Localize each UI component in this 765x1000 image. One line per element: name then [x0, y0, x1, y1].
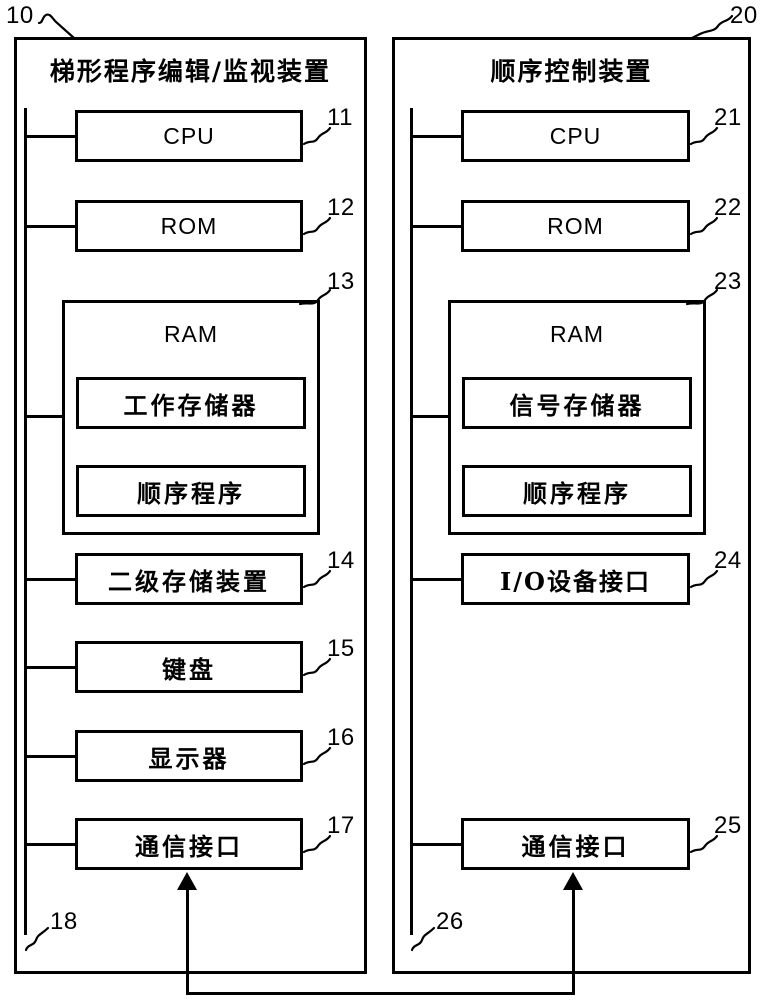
component-label-ram-right: RAM [549, 321, 605, 347]
leader-line-18 [24, 926, 50, 952]
component-label-rom-right: ROM [547, 212, 604, 239]
component-label-io-device-interface: I/O设备接口 [500, 566, 651, 596]
leader-line-25 [689, 834, 719, 854]
subcomponent-label-signal-memory: 信号存储器 [509, 390, 645, 420]
subcomponent-box-sequence-program-right: 顺序程序 [462, 465, 692, 517]
component-box-comm-interface-right: 通信接口 [461, 818, 690, 870]
device-title-ladder-editor: 梯形程序编辑/监视装置 [49, 57, 332, 86]
leader-line-26 [410, 926, 436, 952]
component-box-secondary-storage: 二级存储装置 [75, 553, 303, 605]
component-label-comm-interface-left: 通信接口 [135, 831, 243, 861]
component-label-cpu-left: CPU [163, 122, 215, 149]
leader-line-17 [302, 834, 332, 854]
leader-line-24 [689, 569, 719, 589]
subcomponent-label-sequence-program-right: 顺序程序 [523, 478, 631, 508]
subcomponent-box-signal-memory: 信号存储器 [462, 377, 692, 429]
leader-line-22 [689, 216, 719, 236]
comm-link-vertical-right [572, 890, 575, 995]
subcomponent-box-sequence-program-left: 顺序程序 [76, 465, 306, 517]
component-label-comm-interface-right: 通信接口 [521, 831, 630, 861]
component-box-cpu-right: CPU [461, 110, 690, 162]
patent-figure-block-diagram: 10 梯形程序编辑/监视装置 18 CPU 11 ROM 12 RAM 工作存储… [0, 0, 765, 1000]
component-label-display: 显示器 [148, 743, 230, 773]
subcomponent-label-work-memory: 工作存储器 [123, 390, 259, 420]
bus-stub-rom-left [24, 225, 77, 228]
leader-line-12 [302, 216, 332, 236]
bus-stub-secondary-storage [24, 578, 77, 581]
leader-line-14 [302, 569, 332, 589]
bus-stub-cpu-right [410, 135, 463, 138]
component-box-rom-right: ROM [461, 200, 690, 252]
bus-stub-display [24, 755, 77, 758]
component-label-rom-left: ROM [160, 212, 218, 239]
bus-stub-keyboard [24, 666, 77, 669]
comm-link-arrowhead-left [177, 872, 197, 890]
bus-stub-rom-right [410, 225, 463, 228]
component-box-display: 显示器 [75, 730, 303, 782]
leader-line-11 [302, 126, 332, 146]
bus-stub-io-interface [410, 578, 463, 581]
comm-link-arrowhead-right [563, 872, 583, 890]
subcomponent-label-sequence-program-left: 顺序程序 [137, 478, 245, 508]
internal-bus-right [410, 108, 413, 935]
leader-line-21 [689, 126, 719, 146]
component-box-keyboard: 键盘 [75, 641, 303, 693]
component-label-ram-left: RAM [163, 321, 219, 347]
bus-stub-comm-interface-left [24, 843, 77, 846]
bus-stub-comm-interface-right [410, 843, 463, 846]
component-box-io-device-interface: I/O设备接口 [461, 553, 690, 605]
component-box-comm-interface-left: 通信接口 [75, 818, 303, 870]
leader-line-23 [685, 288, 719, 306]
subcomponent-box-work-memory: 工作存储器 [76, 377, 306, 429]
bus-stub-cpu-left [24, 135, 77, 138]
component-box-cpu-left: CPU [75, 110, 303, 162]
device-title-sequence-controller: 顺序控制装置 [490, 57, 653, 86]
comm-link-horizontal [186, 992, 575, 995]
comm-link-vertical-left [186, 890, 189, 995]
leader-line-13 [298, 288, 332, 306]
component-label-cpu-right: CPU [549, 122, 602, 149]
component-label-secondary-storage: 二级存储装置 [108, 566, 270, 596]
component-label-keyboard: 键盘 [162, 654, 216, 684]
leader-line-15 [302, 657, 332, 677]
bus-stub-ram-right [410, 415, 450, 418]
component-box-rom-left: ROM [75, 200, 303, 252]
bus-stub-ram-left [24, 415, 64, 418]
leader-line-16 [302, 746, 332, 766]
internal-bus-left [24, 108, 27, 935]
